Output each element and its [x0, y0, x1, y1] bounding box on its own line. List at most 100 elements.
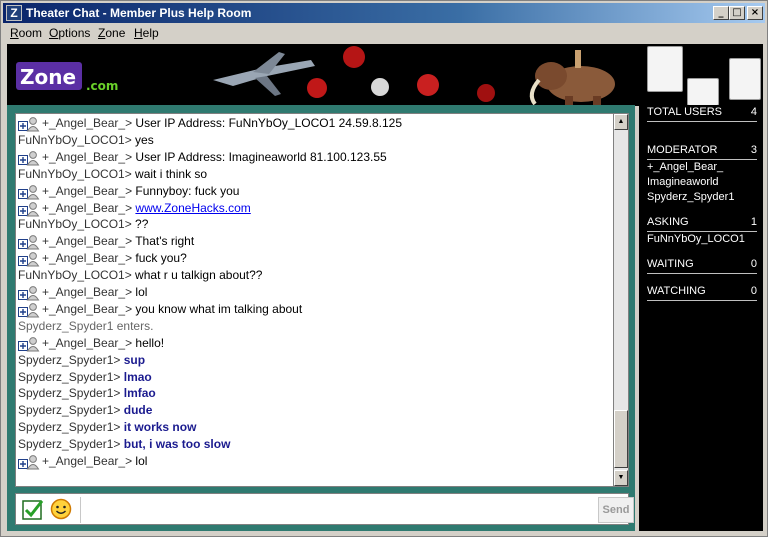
window-title: Theater Chat - Member Plus Help Room	[26, 6, 252, 20]
message-text: wait i think so	[131, 166, 208, 181]
message-text: fuck you?	[132, 251, 187, 266]
message-text: yes	[131, 132, 154, 147]
scroll-down-button[interactable]: ▼	[614, 470, 628, 486]
playing-card-image	[729, 58, 761, 100]
mammoth-image	[529, 50, 615, 106]
message-text: Spyderz_Spyder1 enters.	[18, 318, 154, 333]
chat-message: FuNnYbOy_LOCO1> what r u talkign about??	[18, 268, 262, 284]
message-sender: +_Angel_Bear_>	[42, 251, 133, 266]
chat-message: +_Angel_Bear_> lol	[18, 454, 147, 470]
user-list-item[interactable]: FuNnYbOy_LOCO1	[647, 232, 757, 247]
menu-bar: Room Options Zone Help	[3, 24, 765, 43]
poker-chip-image	[307, 78, 327, 98]
poker-chip-image	[417, 74, 439, 96]
message-text: sup	[120, 352, 146, 367]
playing-card-image	[687, 78, 719, 106]
message-link[interactable]: www.ZoneHacks.com	[135, 201, 250, 215]
waiting-count: 0	[750, 258, 757, 270]
chat-message: +_Angel_Bear_> hello!	[18, 336, 164, 352]
chat-message: Spyderz_Spyder1> but, i was too slow	[18, 437, 230, 453]
message-sender: Spyderz_Spyder1>	[18, 352, 121, 367]
chat-frame: +_Angel_Bear_> User IP Address: FuNnYbOy…	[7, 105, 635, 531]
maximize-button[interactable]: □	[729, 6, 745, 20]
message-text: User IP Address: FuNnYbOy_LOCO1 24.59.8.…	[132, 116, 403, 130]
moderator-user-icon	[18, 302, 42, 318]
message-sender: +_Angel_Bear_>	[42, 234, 133, 249]
message-text: User IP Address: Imagineaworld 81.100.12…	[132, 149, 387, 164]
asking-section: ASKING 1 FuNnYbOy_LOCO1	[647, 215, 757, 247]
message-sender: Spyderz_Spyder1>	[18, 437, 121, 452]
watching-label: WATCHING	[647, 285, 706, 297]
chat-message: +_Angel_Bear_> you know what im talking …	[18, 302, 302, 318]
message-sender: +_Angel_Bear_>	[42, 285, 133, 299]
minimize-button[interactable]: _	[713, 6, 729, 20]
message-text: lmfao	[120, 386, 156, 401]
divider	[80, 497, 81, 523]
user-list-item[interactable]: Imagineaworld	[647, 175, 757, 190]
message-sender: FuNnYbOy_LOCO1>	[18, 166, 132, 181]
playing-card-image	[647, 46, 683, 92]
message-text: what r u talkign about??	[131, 268, 263, 283]
message-text: That's right	[132, 234, 195, 249]
moderator-user-icon	[18, 150, 42, 166]
chat-message: +_Angel_Bear_> lol	[18, 285, 147, 301]
zone-app-icon[interactable]: Z	[6, 5, 22, 21]
moderator-user-icon	[18, 201, 42, 217]
svg-text:.com: .com	[86, 79, 118, 93]
poker-chip-image	[343, 46, 365, 68]
divider	[647, 121, 757, 122]
chat-message: +_Angel_Bear_> User IP Address: Imaginea…	[18, 150, 387, 166]
zone-logo: Zone .com	[16, 62, 118, 93]
smiley-icon[interactable]	[50, 498, 72, 520]
message-sender: Spyderz_Spyder1>	[18, 403, 121, 418]
message-sender: FuNnYbOy_LOCO1>	[18, 268, 132, 283]
menu-room[interactable]: Room	[10, 26, 42, 40]
message-sender: FuNnYbOy_LOCO1>	[18, 132, 132, 147]
chat-message: Spyderz_Spyder1> sup	[18, 353, 145, 369]
chat-scrollbar[interactable]: ▲ ▼	[613, 113, 629, 487]
chat-message: +_Angel_Bear_> www.ZoneHacks.com	[18, 201, 251, 217]
moderator-label: MODERATOR	[647, 144, 718, 156]
chat-log[interactable]: +_Angel_Bear_> User IP Address: FuNnYbOy…	[15, 113, 619, 487]
chat-message: +_Angel_Bear_> That's right	[18, 234, 194, 250]
menu-options[interactable]: Options	[49, 26, 90, 40]
scroll-up-button[interactable]: ▲	[614, 114, 628, 130]
moderator-user-icon	[18, 336, 42, 352]
user-list-item[interactable]: Spyderz_Spyder1	[647, 190, 757, 205]
chat-message-input[interactable]	[86, 498, 594, 522]
message-text: hello!	[132, 335, 165, 350]
chat-message: Spyderz_Spyder1> dude	[18, 403, 152, 419]
close-button[interactable]: ×	[747, 6, 763, 20]
asking-label: ASKING	[647, 216, 689, 228]
message-sender: Spyderz_Spyder1>	[18, 386, 121, 401]
scroll-thumb[interactable]	[614, 410, 628, 468]
message-sender: +_Angel_Bear_>	[42, 454, 133, 468]
watching-count: 0	[750, 285, 757, 297]
moderator-user-icon	[18, 454, 42, 470]
checkmark-icon[interactable]	[22, 498, 44, 520]
message-text: Funnyboy: fuck you	[132, 183, 240, 198]
send-button[interactable]: Send	[598, 497, 634, 523]
message-sender: +_Angel_Bear_>	[42, 335, 133, 350]
message-sender: +_Angel_Bear_>	[42, 149, 133, 164]
message-text: lol	[132, 285, 148, 299]
user-list-item[interactable]: +_Angel_Bear_	[647, 160, 757, 175]
menu-help[interactable]: Help	[134, 26, 159, 40]
waiting-label: WAITING	[647, 258, 694, 270]
app-window: Z Theater Chat - Member Plus Help Room _…	[0, 0, 768, 537]
poker-chip-image	[477, 84, 495, 102]
title-bar[interactable]: Z Theater Chat - Member Plus Help Room _…	[3, 3, 765, 23]
message-sender: +_Angel_Bear_>	[42, 183, 133, 198]
chat-message: +_Angel_Bear_> fuck you?	[18, 251, 187, 267]
moderator-user-icon	[18, 184, 42, 200]
watching-section: WATCHING 0	[647, 284, 757, 301]
message-sender: Spyderz_Spyder1>	[18, 420, 121, 435]
moderator-user-icon	[18, 234, 42, 250]
menu-zone[interactable]: Zone	[98, 26, 125, 40]
chat-message: FuNnYbOy_LOCO1> yes	[18, 133, 154, 149]
moderator-section: MODERATOR 3 +_Angel_Bear_ Imagineaworld S…	[647, 143, 757, 205]
message-sender: +_Angel_Bear_>	[42, 301, 133, 316]
divider	[647, 300, 757, 301]
chat-message: FuNnYbOy_LOCO1> ??	[18, 217, 148, 233]
message-text: dude	[120, 403, 153, 418]
